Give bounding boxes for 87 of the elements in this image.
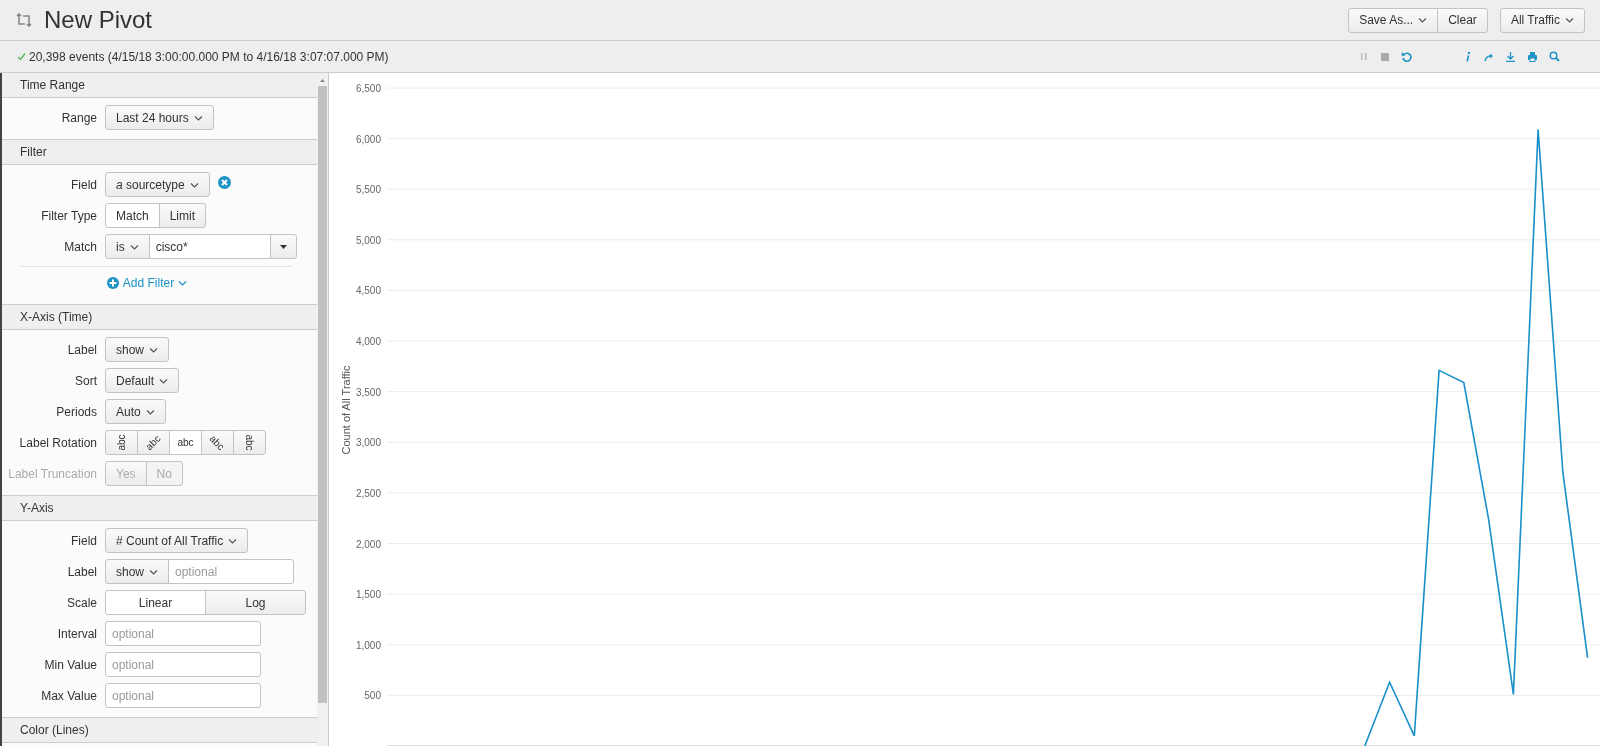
caret-icon xyxy=(178,279,188,286)
toggle-option[interactable]: Match xyxy=(105,203,160,228)
field-label: Field xyxy=(70,177,98,192)
dropdown-button[interactable]: # Count of All Traffic xyxy=(105,528,249,553)
field-label: Scale xyxy=(65,595,98,610)
tick-label: 3,000 xyxy=(355,437,381,449)
field-label: Match xyxy=(63,239,98,254)
field-label: Label xyxy=(66,342,98,357)
section-header: Color (Lines) xyxy=(2,717,317,743)
scroll-up-icon xyxy=(319,77,326,83)
tick-label: 4,500 xyxy=(355,285,381,297)
caret-icon xyxy=(149,346,158,353)
section-header: Filter xyxy=(2,139,317,165)
save-as-button[interactable]: Save As... xyxy=(1348,7,1439,33)
field-label: Max Value xyxy=(40,688,98,703)
field-label: Min Value xyxy=(43,657,98,672)
dropdown-button[interactable]: show xyxy=(105,559,169,584)
tick-label: 4,000 xyxy=(355,336,381,348)
tick-label: 6,000 xyxy=(355,133,381,145)
rotation-option[interactable]: abc xyxy=(137,430,170,455)
text-field[interactable]: optional xyxy=(105,621,261,646)
match-field[interactable]: cisco* xyxy=(148,234,271,259)
refresh-icon[interactable] xyxy=(1401,51,1412,62)
operator-dropdown[interactable]: is xyxy=(105,234,150,259)
rotation-option[interactable]: abc xyxy=(169,430,202,455)
event-count: 20,398 events (4/15/18 3:00:00.000 PM to 4/16/18 3:07:07.000 PM) xyxy=(29,49,389,64)
plus-icon xyxy=(106,276,119,289)
dataset-dropdown[interactable]: All Traffic xyxy=(1499,7,1585,33)
remove-icon[interactable] xyxy=(217,176,231,189)
scrollbar[interactable] xyxy=(317,73,328,746)
tick-label: 5,500 xyxy=(355,184,381,196)
field-label: Label xyxy=(66,564,98,579)
caret-icon xyxy=(145,408,155,415)
axis-title: Count of All Traffic xyxy=(340,365,352,455)
tick-label: 1,000 xyxy=(355,639,381,651)
caret-icon xyxy=(189,181,199,188)
tick-label: 5,000 xyxy=(355,234,381,246)
dropdown-button[interactable]: Auto xyxy=(105,399,166,424)
tick-label: 6,500 xyxy=(355,83,381,94)
toggle-option[interactable]: Limit xyxy=(158,203,207,228)
field-label: Range xyxy=(60,110,98,125)
tick-label: 3,500 xyxy=(355,386,381,398)
toggle-option[interactable]: Log xyxy=(205,590,306,615)
caret-icon xyxy=(1565,17,1574,23)
pause-icon[interactable] xyxy=(1359,51,1369,62)
caret-icon xyxy=(159,377,169,384)
clear-button[interactable]: Clear xyxy=(1437,7,1488,33)
field-label: Interval xyxy=(56,626,98,641)
rotation-option[interactable]: abc xyxy=(201,430,234,455)
caret-icon xyxy=(228,537,238,544)
rotation-option[interactable]: abc xyxy=(105,430,138,455)
text-field[interactable]: optional xyxy=(105,683,261,708)
menu-button[interactable] xyxy=(269,234,297,259)
field-label: Sort xyxy=(74,373,98,388)
rotation-option[interactable]: abc xyxy=(233,430,266,455)
caret-icon xyxy=(193,114,203,121)
page-title: New Pivot xyxy=(44,6,153,34)
check-icon xyxy=(17,52,26,61)
text-field[interactable]: optional xyxy=(105,652,261,677)
tick-label: 2,500 xyxy=(355,487,381,499)
triangle-icon xyxy=(279,244,287,249)
dropdown-button[interactable]: a sourcetype xyxy=(105,172,210,197)
print-icon[interactable] xyxy=(1527,51,1538,62)
dropdown-button[interactable]: Default xyxy=(105,368,180,393)
field-label: Filter Type xyxy=(40,208,98,223)
section-header: X-Axis (Time) xyxy=(2,304,317,330)
search-icon[interactable] xyxy=(1549,51,1560,62)
field-label: Label Truncation xyxy=(7,466,98,481)
download-icon[interactable] xyxy=(1505,51,1516,62)
tick-label: 500 xyxy=(364,690,381,702)
dropdown-button[interactable]: show xyxy=(105,337,169,362)
section-header: Time Range xyxy=(2,73,317,98)
field-label: Field xyxy=(70,533,98,548)
stop-icon[interactable] xyxy=(1380,51,1390,62)
toggle-option[interactable]: Linear xyxy=(105,590,206,615)
caret-icon xyxy=(129,243,139,250)
field-label: Periods xyxy=(55,404,98,419)
caret-icon xyxy=(149,568,158,575)
caret-icon xyxy=(1418,17,1428,23)
share-icon[interactable] xyxy=(1483,51,1494,62)
tick-label: 2,000 xyxy=(355,538,381,550)
label-field[interactable]: optional xyxy=(168,559,294,584)
section-header: Y-Axis xyxy=(2,495,317,521)
dropdown-button[interactable]: Last 24 hours xyxy=(105,105,214,130)
tick-label: 1,500 xyxy=(355,589,381,601)
field-label: Label Rotation xyxy=(18,435,98,450)
pivot-icon xyxy=(16,12,32,28)
